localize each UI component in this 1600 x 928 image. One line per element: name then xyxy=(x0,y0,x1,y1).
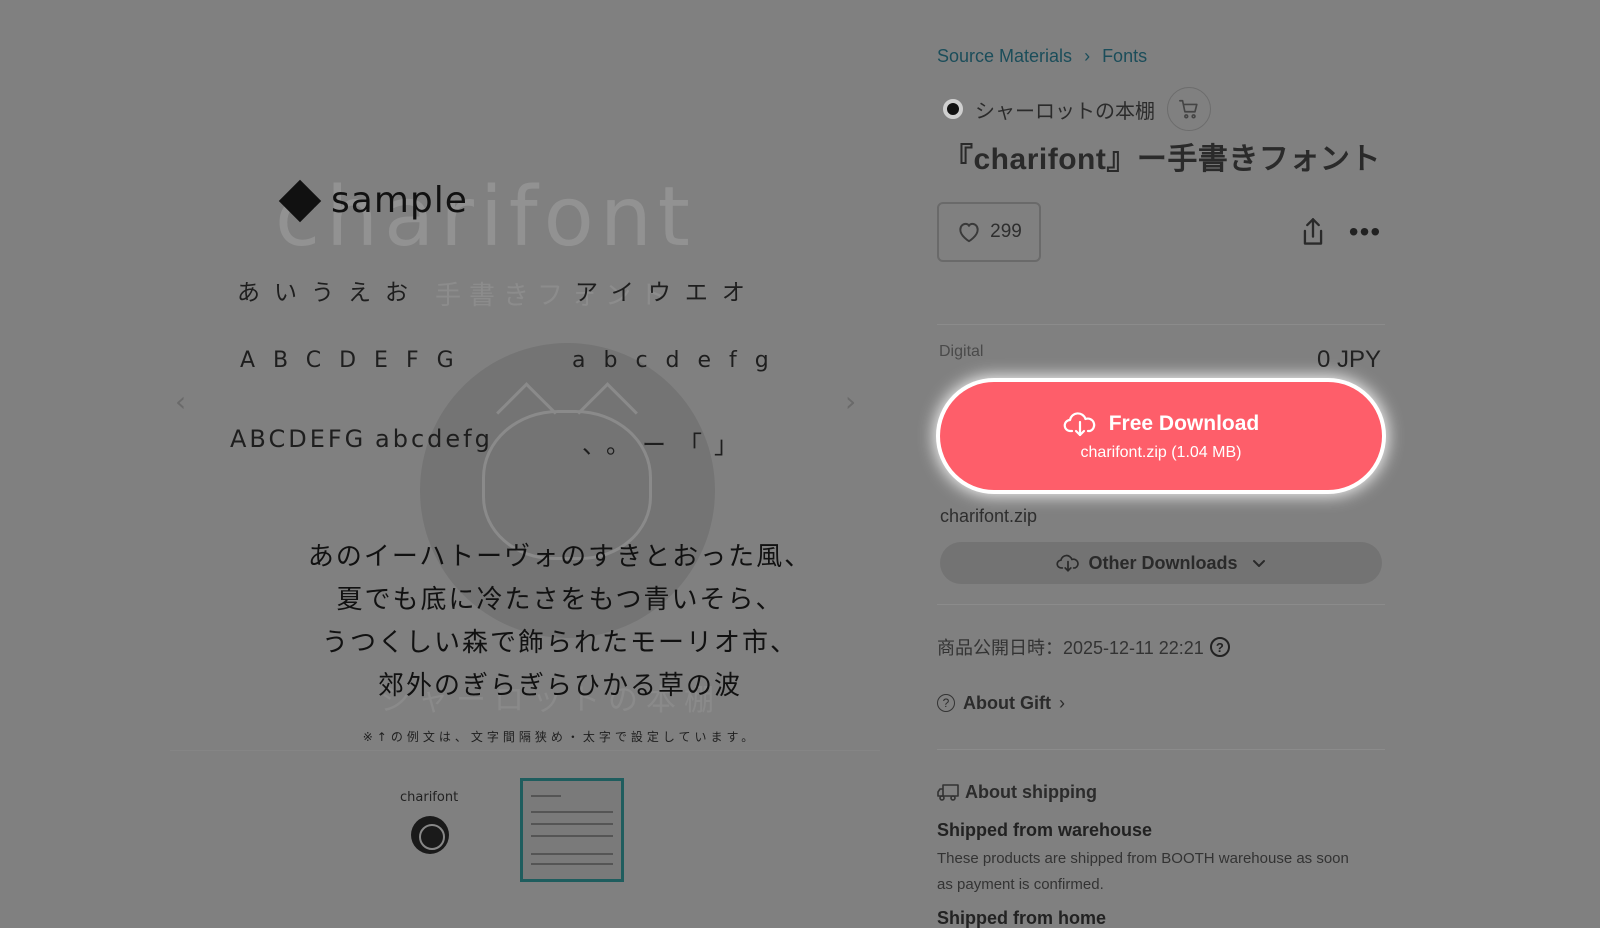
prev-image-button[interactable]: ‹ xyxy=(175,385,186,418)
sample-uppercase-compact: ABCDEFG xyxy=(230,425,367,453)
price-row: Digital 0 JPY xyxy=(937,343,1385,373)
chevron-right-icon: › xyxy=(1058,692,1065,713)
main-product-image[interactable]: charifont 手書きフォント シャーロットの本棚 sample あいうえお… xyxy=(220,100,840,744)
download-button-top: Free Download xyxy=(1063,410,1260,438)
thumbnail-2-selected[interactable] xyxy=(520,778,624,882)
thumbnail-title: charifont xyxy=(400,790,459,805)
sample-lowercase-compact: abcdefg xyxy=(375,425,493,453)
shipping-method-heading-2: Shipped from home xyxy=(937,908,1107,928)
sample-word: sample xyxy=(331,180,468,221)
shop-cart-button[interactable] xyxy=(1167,87,1211,131)
thumbnail-face-icon xyxy=(411,816,449,854)
shop-avatar[interactable] xyxy=(943,99,963,119)
published-date: 商品公開日時：2025-12-11 22:21 xyxy=(937,638,1204,658)
other-downloads-label: Other Downloads xyxy=(1088,552,1238,573)
question-icon: ? xyxy=(937,694,955,712)
divider xyxy=(937,324,1385,325)
product-type-label: Digital xyxy=(939,343,984,360)
published-date-row: 商品公開日時：2025-12-11 22:21 ? xyxy=(937,635,1385,659)
about-gift-link[interactable]: ? About Gift › xyxy=(937,691,1385,715)
thumbnail-line xyxy=(531,823,613,825)
sample-line: あのイーハトーヴォのすきとおった風、 xyxy=(307,542,813,572)
product-title: 『charifont』ー手書きフォント xyxy=(943,143,1381,176)
product-actions: 299 ••• xyxy=(937,202,1385,262)
more-dots-icon: ••• xyxy=(1348,216,1382,247)
sample-uppercase: ABCDEFG xyxy=(240,348,472,373)
thumbnail-line xyxy=(531,853,613,855)
sample-paragraph: あのイーハトーヴォのすきとおった風、 夏でも底に冷たさをもつ青いそら、 うつくし… xyxy=(260,536,860,708)
shipping-method-text: These products are shipped from BOOTH wa… xyxy=(937,850,1349,893)
sample-hiragana: あいうえお xyxy=(237,280,422,306)
heart-icon xyxy=(959,222,979,243)
sample-note: ※↑の例文は、文字間隔狭め・太字で設定しています。 xyxy=(362,730,758,744)
download-file-name: charifont.zip xyxy=(940,506,1038,526)
other-downloads-button[interactable]: Other Downloads xyxy=(940,542,1382,584)
share-icon xyxy=(1303,218,1323,245)
shipping-method-heading: Shipped from warehouse xyxy=(937,820,1153,840)
sample-heading: sample xyxy=(278,179,468,222)
sample-punctuation: 、。ー「」 xyxy=(582,431,750,459)
sample-katakana: アイウエオ xyxy=(575,280,759,306)
truck-icon xyxy=(937,784,959,801)
divider xyxy=(937,749,1385,750)
product-price: 0 JPY xyxy=(1316,346,1381,373)
like-count: 299 xyxy=(990,221,1022,242)
like-button[interactable]: 299 xyxy=(937,202,1041,262)
more-options-button[interactable]: ••• xyxy=(1345,212,1385,252)
sample-line: 郊外のぎらぎらひかる草の波 xyxy=(377,671,742,701)
help-icon[interactable]: ? xyxy=(1209,637,1230,657)
chevron-down-icon xyxy=(1252,560,1265,567)
chevron-left-icon: ‹ xyxy=(175,385,187,418)
thumbnail-line xyxy=(531,811,613,813)
sample-line: うつくしい森で飾られたモーリオ市、 xyxy=(321,628,798,658)
gallery-divider xyxy=(170,750,880,751)
sample-line: 夏でも底に冷たさをもつ青いそら、 xyxy=(336,585,784,615)
breadcrumb: Source Materials › Fonts xyxy=(937,40,1385,72)
free-download-button[interactable]: Free Download charifont.zip (1.04 MB) xyxy=(940,382,1382,490)
about-shipping-label: About shipping xyxy=(965,781,1097,802)
breadcrumb-fonts[interactable]: Fonts xyxy=(1102,46,1147,67)
shop-name[interactable]: シャーロットの本棚 xyxy=(975,95,1155,124)
product-gallery: charifont 手書きフォント シャーロットの本棚 sample あいうえお… xyxy=(170,40,890,760)
thumbnail-line xyxy=(531,795,561,797)
download-file-info: charifont.zip (1.04 MB) xyxy=(1080,444,1242,461)
product-info-panel: Source Materials › Fonts シャーロットの本棚 『char… xyxy=(937,40,1385,928)
cart-icon xyxy=(1179,99,1198,119)
about-gift-label: About Gift xyxy=(963,692,1051,713)
download-label: Free Download xyxy=(1108,412,1260,435)
share-button[interactable] xyxy=(1293,212,1333,252)
shop-row: シャーロットの本棚 xyxy=(937,86,1385,132)
thumbnail-1[interactable]: charifont xyxy=(378,778,482,882)
cloud-download-icon xyxy=(1056,554,1080,572)
divider xyxy=(937,604,1385,605)
chevron-right-icon: › xyxy=(845,385,857,418)
thumbnail-line xyxy=(531,835,613,837)
next-image-button[interactable]: › xyxy=(845,385,856,418)
about-shipping-heading: About shipping xyxy=(937,780,1385,804)
cloud-download-icon xyxy=(1063,412,1095,437)
diamond-bullet-icon xyxy=(278,179,322,222)
breadcrumb-source-materials[interactable]: Source Materials xyxy=(937,46,1072,67)
chevron-right-icon: › xyxy=(1084,45,1091,66)
thumbnail-line xyxy=(531,863,613,865)
sample-lowercase: abcdefg xyxy=(572,348,787,373)
